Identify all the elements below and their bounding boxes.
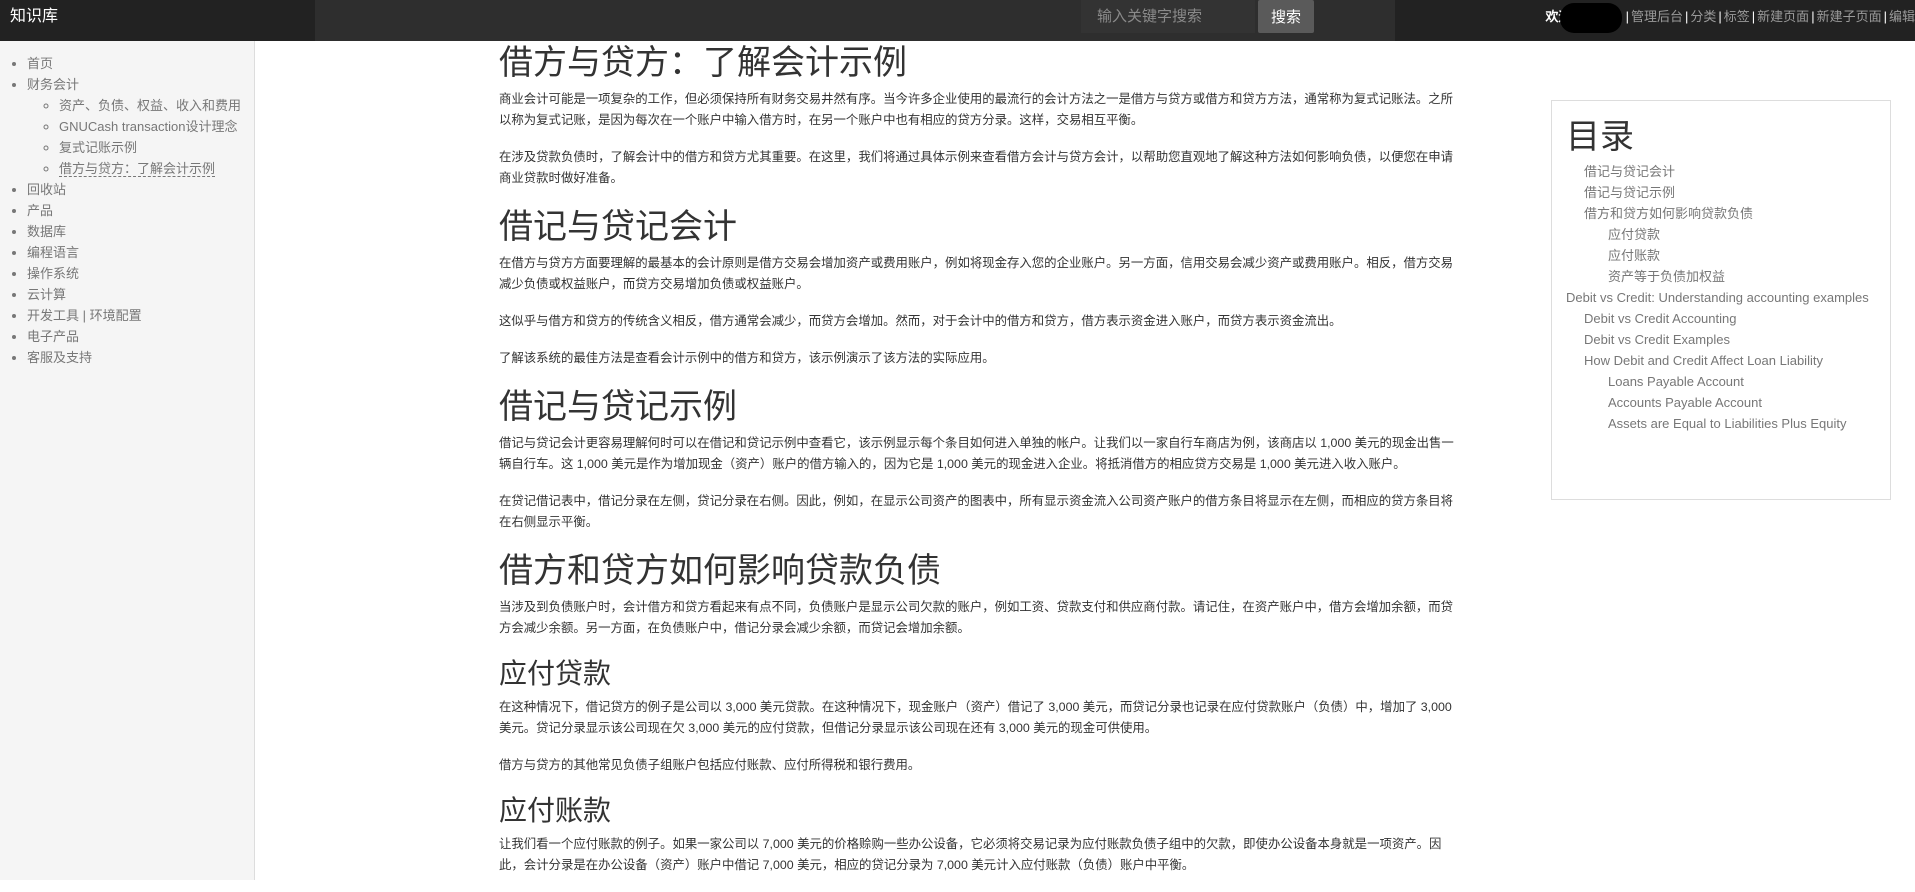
nav-separator: | bbox=[1883, 9, 1887, 24]
sidebar-subitem-current[interactable]: 借方与贷方：了解会计示例 bbox=[59, 158, 254, 179]
search-input[interactable] bbox=[1081, 0, 1255, 33]
section-heading: 借记与贷记会计 bbox=[499, 208, 737, 246]
sidebar-item-label: 操作系统 bbox=[27, 266, 80, 281]
sidebar-item-label: 客服及支持 bbox=[27, 350, 93, 365]
toc-item[interactable]: How Debit and Credit Affect Loan Liabili… bbox=[1566, 350, 1876, 371]
brand-logo[interactable]: 知识库 bbox=[10, 0, 58, 33]
sidebar-subitem-gnucash[interactable]: GNUCash transaction设计理念 bbox=[59, 116, 254, 137]
page-title: 借方与贷方：了解会计示例 bbox=[499, 44, 907, 82]
toc-item[interactable]: Assets are Equal to Liabilities Plus Equ… bbox=[1566, 413, 1876, 434]
article-paragraph: 借方与贷方的其他常见负债子组账户包括应付账款、应付所得税和银行费用。 bbox=[499, 758, 921, 772]
nav-separator: | bbox=[1718, 9, 1722, 24]
sidebar-item-electronics[interactable]: 电子产品 bbox=[27, 326, 254, 347]
sidebar-item-label: GNUCash transaction设计理念 bbox=[59, 119, 238, 134]
top-navbar: 知识库 搜索 欢迎|管理后台|分类|标签|新建页面|新建子页面|编辑 bbox=[0, 0, 1915, 41]
sidebar-item-os[interactable]: 操作系统 bbox=[27, 263, 254, 284]
toc-item[interactable]: Debit vs Credit: Understanding accountin… bbox=[1566, 287, 1876, 308]
sidebar-item-recycle[interactable]: 回收站 bbox=[27, 179, 254, 200]
sidebar-subtree: 资产、负债、权益、收入和费用 GNUCash transaction设计理念 复… bbox=[27, 95, 254, 179]
nav-edit-link[interactable]: 编辑 bbox=[1889, 9, 1915, 24]
sidebar-item-label: 编程语言 bbox=[27, 245, 80, 260]
toc-title: 目录 bbox=[1566, 118, 1634, 156]
section-heading: 借方和贷方如何影响贷款负债 bbox=[499, 552, 941, 590]
toc-item[interactable]: Accounts Payable Account bbox=[1566, 392, 1876, 413]
sidebar-item-devtools[interactable]: 开发工具 | 环境配置 bbox=[27, 305, 254, 326]
article-paragraph: 在这种情况下，借记贷方的例子是公司以 3,000 美元贷款。在这种情况下，现金账… bbox=[499, 700, 1452, 735]
redacted-username[interactable] bbox=[1559, 2, 1622, 33]
sidebar: 首页 财务会计 资产、负债、权益、收入和费用 GNUCash transacti… bbox=[0, 41, 255, 880]
sidebar-subitem-double-entry[interactable]: 复式记账示例 bbox=[59, 137, 254, 158]
toc-item[interactable]: 应付账款 bbox=[1566, 245, 1876, 266]
toc-item[interactable]: 资产等于负债加权益 bbox=[1566, 266, 1876, 287]
article-paragraph: 让我们看一个应付账款的例子。如果一家公司以 7,000 美元的价格赊购一些办公设… bbox=[499, 837, 1442, 872]
article-paragraph: 借记与贷记会计更容易理解何时可以在借记和贷记示例中查看它，该示例显示每个条目如何… bbox=[499, 436, 1454, 471]
subsection-heading: 应付贷款 bbox=[499, 658, 612, 689]
search-area: 搜索 bbox=[315, 0, 1395, 41]
nav-new-subpage-link[interactable]: 新建子页面 bbox=[1817, 9, 1882, 24]
toc-item[interactable]: 借方和贷方如何影响贷款负债 bbox=[1566, 203, 1876, 224]
sidebar-subitem-assets[interactable]: 资产、负债、权益、收入和费用 bbox=[59, 95, 254, 116]
sidebar-item-finance[interactable]: 财务会计 资产、负债、权益、收入和费用 GNUCash transaction设… bbox=[27, 74, 254, 179]
sidebar-item-label: 复式记账示例 bbox=[59, 140, 138, 155]
nav-separator: | bbox=[1625, 9, 1629, 24]
sidebar-tree: 首页 财务会计 资产、负债、权益、收入和费用 GNUCash transacti… bbox=[0, 53, 254, 368]
nav-new-page-link[interactable]: 新建页面 bbox=[1757, 9, 1809, 24]
article-paragraph: 在贷记借记表中，借记分录在左侧，贷记分录在右侧。因此，例如，在显示公司资产的图表… bbox=[499, 494, 1454, 529]
nav-admin-link[interactable]: 管理后台 bbox=[1631, 9, 1683, 24]
sidebar-item-label: 电子产品 bbox=[27, 329, 80, 344]
toc-item[interactable]: 应付贷款 bbox=[1566, 224, 1876, 245]
article-content: 借方与贷方：了解会计示例 商业会计可能是一项复杂的工作，但必须保持所有财务交易井… bbox=[499, 41, 1459, 892]
sidebar-item-label: 开发工具 | 环境配置 bbox=[27, 308, 142, 323]
nav-separator: | bbox=[1751, 9, 1756, 24]
sidebar-item-label: 云计算 bbox=[27, 287, 67, 302]
article-paragraph: 在涉及贷款负债时，了解会计中的借方和贷方尤其重要。在这里，我们将通过具体示例来查… bbox=[499, 150, 1454, 185]
nav-category-link[interactable]: 分类 bbox=[1690, 9, 1716, 24]
sidebar-item-label: 产品 bbox=[27, 203, 54, 218]
table-of-contents: 目录 借记与贷记会计 借记与贷记示例 借方和贷方如何影响贷款负债 应付贷款 应付… bbox=[1551, 100, 1891, 500]
sidebar-item-label: 数据库 bbox=[27, 224, 67, 239]
section-heading: 借记与贷记示例 bbox=[499, 388, 737, 426]
article-paragraph: 商业会计可能是一项复杂的工作，但必须保持所有财务交易井然有序。当今许多企业使用的… bbox=[499, 92, 1454, 127]
sidebar-item-programming[interactable]: 编程语言 bbox=[27, 242, 254, 263]
sidebar-item-support[interactable]: 客服及支持 bbox=[27, 347, 254, 368]
article-paragraph: 当涉及到负债账户时，会计借方和贷方看起来有点不同，负债账户是显示公司欠款的账户，… bbox=[499, 600, 1454, 635]
user-nav: 欢迎 | 管理后台 | 分类 | 标签 | 新建页面 | 新建子页面 | 编辑 bbox=[1546, 0, 1915, 33]
sidebar-item-label: 首页 bbox=[27, 56, 54, 71]
toc-item[interactable]: Loans Payable Account bbox=[1566, 371, 1876, 392]
sidebar-item-label: 财务会计 bbox=[27, 77, 80, 92]
nav-separator: | bbox=[1811, 9, 1815, 24]
subsection-heading: 应付账款 bbox=[499, 795, 612, 826]
search-button[interactable]: 搜索 bbox=[1258, 0, 1314, 33]
sidebar-item-product[interactable]: 产品 bbox=[27, 200, 254, 221]
nav-separator: | bbox=[1684, 9, 1689, 24]
sidebar-item-label: 资产、负债、权益、收入和费用 bbox=[59, 98, 242, 113]
sidebar-item-label: 回收站 bbox=[27, 182, 67, 197]
toc-item[interactable]: 借记与贷记示例 bbox=[1566, 182, 1876, 203]
sidebar-item-label: 借方与贷方：了解会计示例 bbox=[59, 161, 216, 177]
article-paragraph: 了解该系统的最佳方法是查看会计示例中的借方和贷方，该示例演示了该方法的实际应用。 bbox=[499, 351, 995, 365]
toc-item[interactable]: Debit vs Credit Accounting bbox=[1566, 308, 1876, 329]
article-paragraph: 这似乎与借方和贷方的传统含义相反，借方通常会减少，而贷方会增加。然而，对于会计中… bbox=[499, 314, 1342, 328]
sidebar-item-home[interactable]: 首页 bbox=[27, 53, 254, 74]
toc-item[interactable]: Debit vs Credit Examples bbox=[1566, 329, 1876, 350]
article-paragraph: 在借方与贷方方面要理解的最基本的会计原则是借方交易会增加资产或费用账户，例如将现… bbox=[499, 256, 1454, 291]
nav-tag-link[interactable]: 标签 bbox=[1724, 9, 1750, 24]
toc-item[interactable]: 借记与贷记会计 bbox=[1566, 161, 1876, 182]
sidebar-item-database[interactable]: 数据库 bbox=[27, 221, 254, 242]
sidebar-item-cloud[interactable]: 云计算 bbox=[27, 284, 254, 305]
